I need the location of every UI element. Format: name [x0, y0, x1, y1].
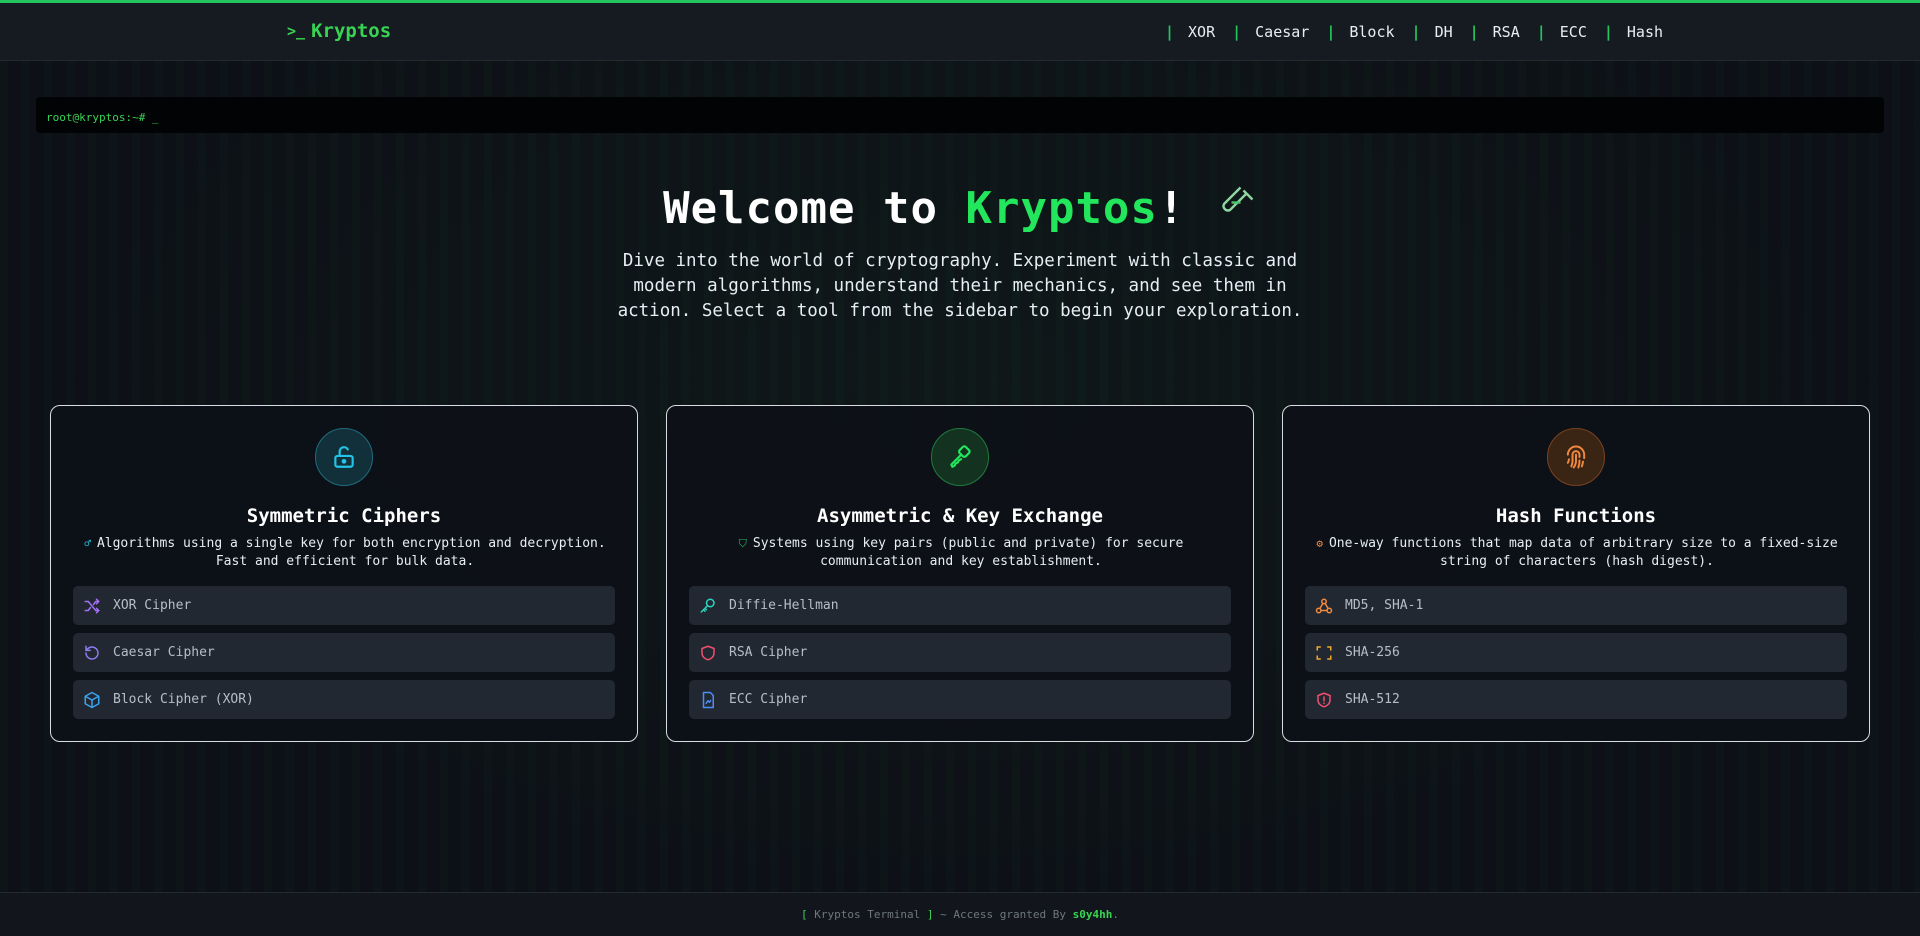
card-title: Symmetric Ciphers: [246, 505, 442, 527]
key-icon: [700, 598, 715, 613]
key-pen-icon: [931, 428, 989, 486]
card-description: ⚙ One-way functions that map data of arbi…: [1305, 535, 1849, 571]
nav-link-dh[interactable]: | DH: [1412, 23, 1470, 41]
item-label: Caesar Cipher: [113, 645, 215, 660]
card-description: ♂ Algorithms using a single key for both …: [73, 535, 617, 571]
card-description-text: One-way functions that map data of arbit…: [1328, 536, 1838, 569]
item-diffie-hellman[interactable]: Diffie-Hellman: [689, 586, 1231, 625]
nav-link-label: ECC: [1559, 23, 1587, 41]
footer-author: s0y4hh: [1072, 908, 1113, 921]
card-description-text: Systems using key pairs (public and priv…: [752, 536, 1184, 569]
brand-logo[interactable]: >_ Kryptos: [287, 20, 391, 42]
nav-link-hash[interactable]: | Hash: [1604, 23, 1680, 41]
item-label: SHA-512: [1345, 692, 1400, 707]
card-description-text: Algorithms using a single key for both e…: [96, 536, 606, 569]
footer-end: .: [1112, 908, 1119, 921]
nav-link-label: RSA: [1492, 23, 1520, 41]
nav-link-xor[interactable]: | XOR: [1165, 23, 1232, 41]
card-symmetric-ciphers: Symmetric Ciphers ♂ Algorithms using a si…: [50, 405, 638, 742]
nav-link-label: XOR: [1188, 23, 1216, 41]
scan-icon: [1316, 645, 1332, 660]
nav-link-ecc[interactable]: | ECC: [1537, 23, 1604, 41]
shield-icon: [701, 645, 715, 660]
card-item-list: MD5, SHA-1 SHA-256 SHA-512: [1305, 586, 1847, 727]
shield-alert-icon: [1317, 692, 1331, 707]
item-xor-cipher[interactable]: XOR Cipher: [73, 586, 615, 625]
nav-separator: |: [1326, 23, 1336, 41]
title-prefix: Welcome to: [663, 183, 966, 234]
terminal-prompt-text: root@kryptos:~# _: [46, 111, 159, 124]
footer-bracket-close: ]: [926, 908, 934, 921]
item-label: Diffie-Hellman: [729, 598, 839, 613]
gear-icon: ⚙: [1316, 537, 1323, 550]
nav-separator: |: [1232, 23, 1242, 41]
footer-label: Kryptos Terminal: [807, 908, 927, 921]
nav-link-label: Caesar: [1255, 23, 1310, 41]
nav-separator: |: [1536, 23, 1546, 41]
nav-link-block[interactable]: | Block: [1326, 23, 1411, 41]
card-title: Hash Functions: [1495, 505, 1657, 527]
terminal-prompt-icon: >_: [287, 22, 306, 40]
item-label: RSA Cipher: [729, 645, 808, 660]
item-label: MD5, SHA-1: [1345, 598, 1424, 613]
key-icon: ♂: [84, 537, 91, 550]
card-item-list: XOR Cipher Caesar Cipher Block Cipher (X…: [73, 586, 615, 727]
item-label: ECC Cipher: [729, 692, 808, 707]
page-title: Welcome to Kryptos!: [0, 183, 1920, 234]
nav-separator: |: [1411, 23, 1421, 41]
nav-link-label: DH: [1434, 23, 1453, 41]
item-caesar-cipher[interactable]: Caesar Cipher: [73, 633, 615, 672]
shield-check-icon: ⛉: [738, 537, 747, 550]
webhook-icon: [1315, 598, 1333, 613]
item-label: XOR Cipher: [113, 598, 192, 613]
card-description: ⛉ Systems using key pairs (public and pri…: [689, 535, 1233, 571]
unlock-icon: [315, 428, 373, 486]
title-accent: Kryptos: [965, 183, 1158, 234]
test-tube-icon: [1199, 186, 1256, 228]
footer-text: ~ Access granted By: [933, 908, 1073, 921]
nav-separator: |: [1603, 23, 1613, 41]
item-sha256[interactable]: SHA-256: [1305, 633, 1847, 672]
terminal-prompt-bar[interactable]: root@kryptos:~# _: [36, 97, 1884, 133]
nav-link-label: Hash: [1626, 23, 1664, 41]
item-ecc-cipher[interactable]: ECC Cipher: [689, 680, 1231, 719]
card-hash-functions: Hash Functions ⚙ One-way functions that m…: [1282, 405, 1870, 742]
title-suffix: !: [1157, 183, 1186, 234]
item-label: SHA-256: [1345, 645, 1400, 660]
nav-separator: |: [1469, 23, 1479, 41]
shuffle-icon: [84, 598, 100, 613]
footer: [ Kryptos Terminal ] ~ Access granted By…: [0, 892, 1920, 936]
hero-description: Dive into the world of cryptography. Exp…: [617, 251, 1303, 321]
item-block-cipher[interactable]: Block Cipher (XOR): [73, 680, 615, 719]
item-md5-sha1[interactable]: MD5, SHA-1: [1305, 586, 1847, 625]
footer-bracket-open: [: [801, 908, 808, 921]
cube-icon: [84, 691, 100, 708]
nav-links: | XOR | Caesar | Block | DH | RSA | ECC …: [1165, 23, 1680, 41]
document-chart-icon: [702, 691, 714, 708]
rotate-icon: [85, 645, 99, 660]
item-label: Block Cipher (XOR): [113, 692, 254, 707]
card-item-list: Diffie-Hellman RSA Cipher ECC Cipher: [689, 586, 1231, 727]
nav-link-label: Block: [1349, 23, 1395, 41]
item-sha512[interactable]: SHA-512: [1305, 680, 1847, 719]
brand-name: Kryptos: [311, 20, 392, 42]
fingerprint-icon: [1547, 428, 1605, 486]
nav-link-caesar[interactable]: | Caesar: [1232, 23, 1326, 41]
item-rsa-cipher[interactable]: RSA Cipher: [689, 633, 1231, 672]
top-navbar: >_ Kryptos | XOR | Caesar | Block | DH |…: [0, 0, 1920, 61]
nav-link-rsa[interactable]: | RSA: [1470, 23, 1537, 41]
card-title: Asymmetric & Key Exchange: [817, 505, 1103, 527]
nav-separator: |: [1165, 23, 1175, 41]
card-asymmetric-key-exchange: Asymmetric & Key Exchange ⛉ Systems using…: [666, 405, 1254, 742]
